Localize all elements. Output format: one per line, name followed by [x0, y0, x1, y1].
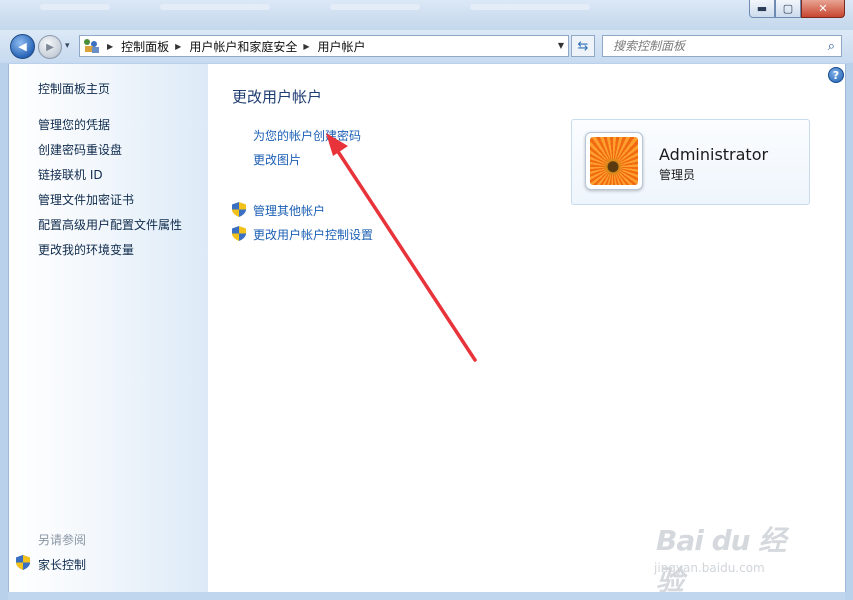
page-title: 更改用户帐户 — [232, 88, 323, 106]
baidu-watermark: Bai du 经验 jingyan.baidu.com — [650, 515, 810, 597]
account-card: Administrator 管理员 — [571, 119, 810, 205]
breadcrumb-separator-icon[interactable]: ▶ — [303, 42, 309, 51]
left-navigation-pane: 控制面板主页 管理您的凭据 创建密码重设盘 链接联机 ID 管理文件加密证书 配… — [8, 64, 209, 592]
watermark-url: jingyan.baidu.com — [654, 561, 765, 575]
parental-controls-link[interactable]: 家长控制 — [38, 556, 86, 573]
help-icon[interactable]: ? — [828, 67, 844, 83]
account-name: Administrator — [659, 145, 769, 164]
window-controls: ▬ ▢ ✕ — [749, 0, 845, 18]
maximize-button[interactable]: ▢ — [775, 0, 801, 18]
avatar[interactable] — [585, 132, 643, 190]
window-bottom-border — [8, 592, 845, 600]
search-box[interactable]: ⌕ — [602, 35, 842, 57]
search-icon[interactable]: ⌕ — [828, 39, 835, 54]
address-dropdown-icon[interactable]: ▼ — [558, 41, 564, 50]
refresh-button[interactable]: ⇆ — [571, 35, 595, 57]
window-titlebar[interactable]: ▬ ▢ ✕ — [0, 0, 853, 31]
watermark-logo-text: Bai du 经验 — [656, 524, 786, 597]
breadcrumb-user-accounts[interactable]: 用户帐户 — [318, 38, 366, 55]
recent-pages-dropdown[interactable]: ▾ — [65, 41, 70, 51]
forward-arrow-icon: ▶ — [46, 41, 54, 53]
close-button[interactable]: ✕ — [801, 0, 845, 18]
breadcrumb-separator-icon[interactable]: ▶ — [175, 42, 181, 51]
change-picture-link[interactable]: 更改图片 — [253, 151, 301, 168]
manage-other-accounts-link[interactable]: 管理其他帐户 — [253, 202, 325, 219]
account-role: 管理员 — [659, 168, 696, 182]
breadcrumb-user-accounts-family-safety[interactable]: 用户帐户和家庭安全 — [189, 38, 297, 55]
manage-encryption-certificates-link[interactable]: 管理文件加密证书 — [38, 191, 134, 208]
advanced-profile-properties-link[interactable]: 配置高级用户配置文件属性 — [38, 216, 182, 233]
manage-credentials-link[interactable]: 管理您的凭据 — [38, 116, 110, 133]
create-password-link[interactable]: 为您的帐户创建密码 — [253, 127, 361, 144]
create-password-reset-disk-link[interactable]: 创建密码重设盘 — [38, 141, 122, 158]
breadcrumb-control-panel[interactable]: 控制面板 — [121, 38, 169, 55]
control-panel-home-link[interactable]: 控制面板主页 — [38, 80, 110, 97]
minimize-button[interactable]: ▬ — [749, 0, 775, 18]
search-input[interactable] — [611, 38, 823, 54]
icon-part — [92, 47, 99, 53]
link-online-id-link[interactable]: 链接联机 ID — [38, 166, 103, 183]
uac-shield-icon — [232, 226, 246, 241]
breadcrumb-separator-icon[interactable]: ▶ — [107, 42, 113, 51]
titlebar-blur — [40, 4, 110, 10]
titlebar-blur — [160, 4, 270, 10]
flower-picture-icon — [590, 137, 638, 185]
address-bar[interactable]: ▶ 控制面板 ▶ 用户帐户和家庭安全 ▶ 用户帐户 ▼ — [79, 35, 569, 57]
uac-shield-icon — [232, 202, 246, 217]
titlebar-blur — [470, 4, 590, 10]
back-arrow-icon: ◀ — [18, 40, 27, 53]
refresh-icon: ⇆ — [577, 38, 589, 54]
uac-shield-icon — [16, 555, 30, 570]
forward-button[interactable]: ▶ — [38, 35, 62, 59]
change-uac-settings-link[interactable]: 更改用户帐户控制设置 — [253, 226, 373, 243]
navigation-bar: ◀ ▶ ▾ ▶ 控制面板 ▶ 用户帐户和家庭安全 ▶ 用户帐户 ▼ ⇆ ⌕ — [0, 30, 853, 63]
titlebar-blur — [330, 4, 420, 10]
icon-part — [84, 39, 90, 45]
main-content-pane: ? 更改用户帐户 为您的帐户创建密码 更改图片 管理其他帐户 更改用户帐户控制设… — [208, 64, 846, 592]
control-panel-users-icon — [83, 38, 101, 54]
back-button[interactable]: ◀ — [10, 34, 35, 59]
see-also-heading: 另请参阅 — [38, 533, 87, 547]
change-environment-variables-link[interactable]: 更改我的环境变量 — [38, 241, 134, 258]
